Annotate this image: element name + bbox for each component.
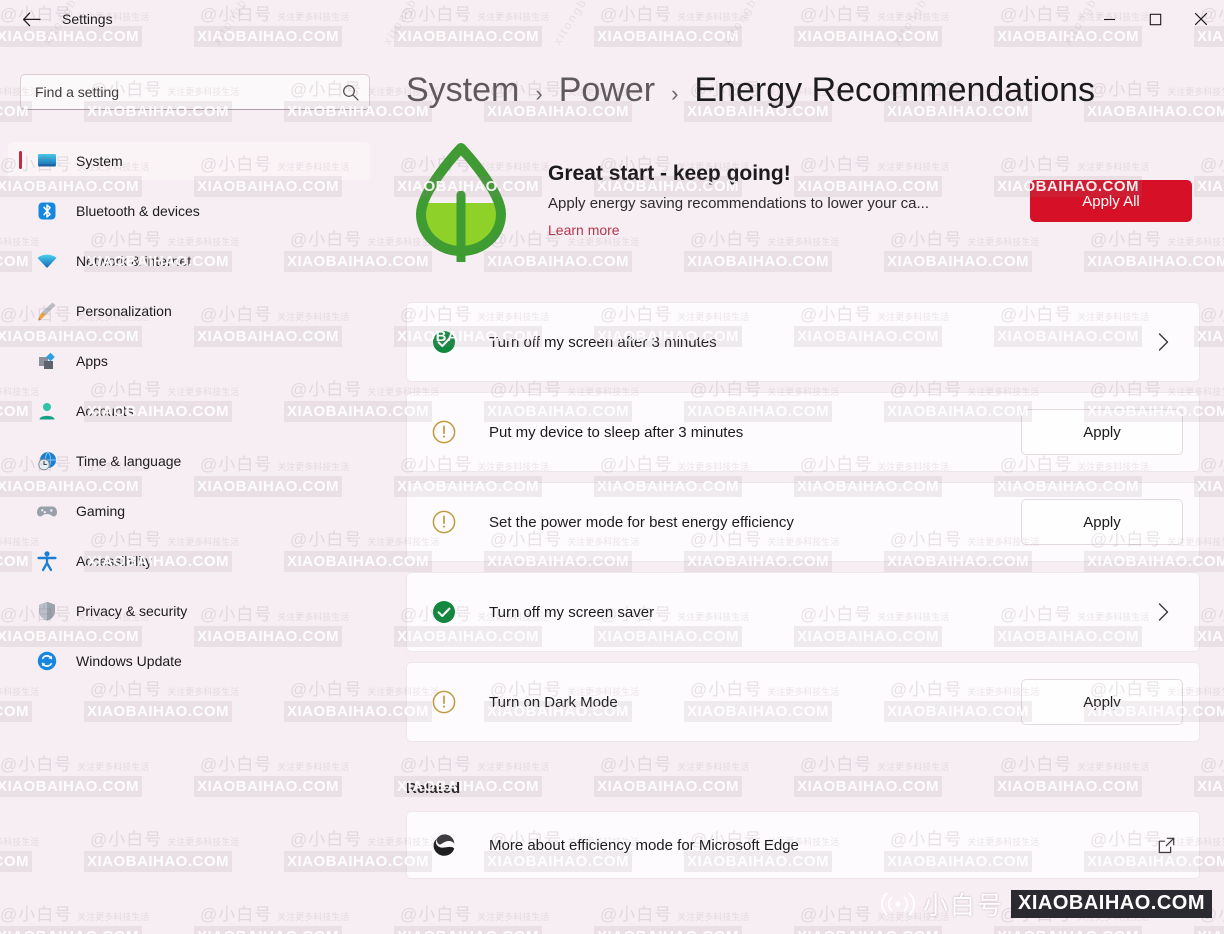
recommendation-label: Put my device to sleep after 3 minutes — [489, 423, 744, 441]
app-body: System Bluetooth & devices — [0, 38, 1224, 934]
clock-globe-icon — [36, 450, 58, 472]
recommendation-row[interactable]: Turn on Dark Mode Apply — [406, 662, 1200, 742]
learn-more-link[interactable]: Learn more — [548, 222, 620, 238]
sidebar-item-apps[interactable]: Apps — [8, 342, 370, 380]
brand-watermark: 小白号 XIAOBAIHAO.COM — [881, 886, 1212, 922]
sidebar-item-label: Privacy & security — [76, 603, 188, 619]
apply-all-button[interactable]: Apply All — [1030, 180, 1192, 222]
title-bar: Settings — [0, 0, 1224, 38]
recommendation-row[interactable]: Turn off my screen saver — [406, 572, 1200, 652]
warning-circle-icon — [429, 420, 459, 444]
sidebar-item-network-internet[interactable]: Network & internet — [8, 242, 370, 280]
main-content: System › Power › Energy Recommendations — [398, 38, 1224, 934]
breadcrumb-item-power[interactable]: Power — [559, 71, 655, 110]
related-heading: Related — [406, 780, 461, 797]
check-circle-icon — [429, 330, 459, 354]
external-link-icon[interactable] — [1149, 837, 1183, 854]
sidebar-item-label: Bluetooth & devices — [76, 203, 200, 219]
sidebar-item-label: Time & language — [76, 453, 182, 469]
sidebar-item-bluetooth-devices[interactable]: Bluetooth & devices — [8, 192, 370, 230]
sidebar-nav-list: System Bluetooth & devices Network & int… — [0, 142, 398, 680]
energy-summary-text: Great start - keep going! Apply energy s… — [516, 162, 1008, 240]
related-link-edge-efficiency-mode[interactable]: More about efficiency mode for Microsoft… — [406, 811, 1200, 879]
window-controls — [1086, 0, 1224, 38]
breadcrumb: System › Power › Energy Recommendations — [398, 38, 1200, 110]
search-input[interactable] — [35, 84, 336, 100]
recommendation-label: Turn on Dark Mode — [489, 693, 618, 711]
paintbrush-icon — [36, 300, 58, 322]
sidebar-item-label: Accessibility — [76, 553, 153, 569]
sidebar-item-windows-update[interactable]: Windows Update — [8, 642, 370, 680]
apply-button[interactable]: Apply — [1021, 679, 1183, 725]
search-icon[interactable] — [342, 84, 359, 101]
sidebar-item-label: Gaming — [76, 503, 126, 519]
back-arrow-icon — [22, 11, 41, 26]
breadcrumb-item-system[interactable]: System — [406, 71, 519, 110]
page-title: Energy Recommendations — [694, 71, 1096, 109]
energy-summary-description: Apply energy saving recommendations to l… — [548, 195, 930, 212]
sidebar-item-privacy-security[interactable]: Privacy & security — [8, 592, 370, 630]
apply-button[interactable]: Apply — [1021, 409, 1183, 455]
recommendation-label: Turn off my screen saver — [489, 603, 655, 621]
refresh-icon — [36, 650, 58, 672]
brand-url-badge: XIAOBAIHAO.COM — [1011, 890, 1212, 918]
wifi-icon — [36, 250, 58, 272]
maximize-button[interactable] — [1132, 0, 1178, 38]
apply-button[interactable]: Apply — [1021, 499, 1183, 545]
sidebar-item-accessibility[interactable]: Accessibility — [8, 542, 370, 580]
sidebar-item-label: Personalization — [76, 303, 172, 319]
chevron-right-icon[interactable] — [1143, 602, 1183, 622]
sidebar-item-system[interactable]: System — [8, 142, 370, 180]
minimize-icon — [1103, 18, 1115, 20]
sidebar-item-label: Windows Update — [76, 653, 182, 669]
bluetooth-icon — [36, 200, 58, 222]
apps-icon — [36, 350, 58, 372]
sidebar-item-accounts[interactable]: Accounts — [8, 392, 370, 430]
close-button[interactable] — [1178, 0, 1224, 38]
search-box[interactable] — [20, 74, 370, 110]
sidebar-item-personalization[interactable]: Personalization — [8, 292, 370, 330]
sidebar-item-label: Apps — [76, 353, 108, 369]
accessibility-icon — [36, 550, 58, 572]
sidebar-item-time-language[interactable]: Time & language — [8, 442, 370, 480]
recommendation-row[interactable]: Put my device to sleep after 3 minutes A… — [406, 392, 1200, 472]
gamepad-icon — [36, 500, 58, 522]
maximize-icon — [1149, 13, 1161, 25]
warning-circle-icon — [429, 510, 459, 534]
energy-summary-banner: Great start - keep going! Apply energy s… — [406, 140, 1200, 262]
leaf-icon — [406, 140, 516, 262]
sidebar: System Bluetooth & devices — [0, 38, 398, 934]
recommendations-list: Turn off my screen after 3 minutes Put m… — [406, 302, 1200, 742]
back-button[interactable] — [12, 2, 50, 36]
energy-summary-title: Great start - keep going! — [548, 162, 791, 185]
sidebar-item-label: Network & internet — [76, 253, 192, 269]
recommendation-label: Set the power mode for best energy effic… — [489, 513, 794, 531]
check-circle-icon — [429, 600, 459, 624]
chevron-right-icon[interactable] — [1143, 332, 1183, 352]
sidebar-item-gaming[interactable]: Gaming — [8, 492, 370, 530]
person-icon — [36, 400, 58, 422]
breadcrumb-separator: › — [535, 81, 543, 106]
warning-circle-icon — [429, 690, 459, 714]
recommendation-row[interactable]: Turn off my screen after 3 minutes — [406, 302, 1200, 382]
related-link-label: More about efficiency mode for Microsoft… — [489, 836, 799, 854]
monitor-icon — [36, 150, 58, 172]
sidebar-item-label: System — [76, 153, 123, 169]
recommendation-row[interactable]: Set the power mode for best energy effic… — [406, 482, 1200, 562]
recommendation-label: Turn off my screen after 3 minutes — [489, 333, 717, 351]
broadcast-icon — [881, 891, 915, 917]
window-title: Settings — [62, 11, 113, 27]
sidebar-item-label: Accounts — [76, 403, 134, 419]
minimize-button[interactable] — [1086, 0, 1132, 38]
shield-icon — [36, 600, 58, 622]
breadcrumb-separator: › — [671, 81, 679, 106]
brand-name-cn: 小白号 — [922, 892, 1004, 920]
close-icon — [1194, 12, 1208, 26]
edge-icon — [429, 832, 459, 858]
